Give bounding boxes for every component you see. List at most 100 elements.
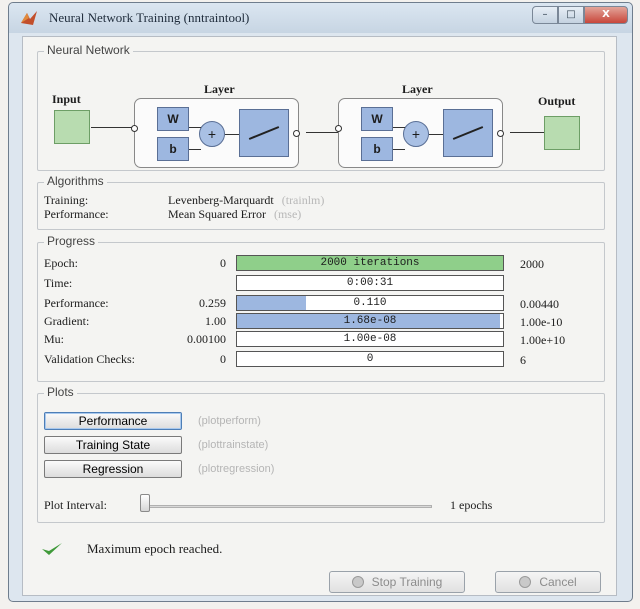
progress-bar: 1.00e-08 (236, 331, 504, 347)
progress-current: 2000 iterations (320, 257, 420, 269)
layer-1-in-node (131, 125, 138, 132)
progress-start: 0 (220, 352, 226, 366)
layer-1-w-wire (189, 127, 201, 128)
progress-bar: 0:00:31 (236, 275, 504, 291)
plots-group-label: Plots (44, 385, 77, 399)
progress-key: Time: (44, 276, 73, 290)
input-label: Input (52, 92, 81, 106)
neural-network-group: Neural Network Input Layer W b + Layer W… (37, 43, 605, 171)
layer-2-block: W b + (335, 98, 504, 168)
plot-regression-fn: (plotregression) (198, 463, 275, 475)
progress-end: 0.00440 (520, 297, 559, 311)
performance-measure: Mean Squared Error (168, 207, 266, 221)
plot-regression-button[interactable]: Regression (44, 460, 182, 478)
progress-current: 0 (366, 353, 374, 365)
layer-1-sum: + (199, 121, 225, 147)
progress-key: Validation Checks: (44, 352, 135, 366)
stop-training-button[interactable]: Stop Training (329, 571, 465, 593)
progress-current: 0:00:31 (346, 277, 394, 289)
layer-2-weight: W (361, 107, 393, 131)
algorithms-group: Algorithms Training: Levenberg-Marquardt… (37, 174, 605, 230)
plots-group: Plots Performance (plotperform) Training… (37, 385, 605, 523)
matlab-logo-icon (21, 11, 37, 25)
cancel-label: Cancel (539, 575, 577, 589)
output-wire (510, 132, 544, 133)
training-key: Training: (44, 193, 89, 207)
plot-training-state-fn: (plottrainstate) (198, 439, 269, 451)
output-block (544, 116, 580, 150)
cancel-button[interactable]: Cancel (495, 571, 601, 593)
progress-start: 0.00100 (187, 332, 226, 346)
layer-2-sum-wire (429, 134, 443, 135)
minimize-button[interactable]: – (532, 6, 558, 24)
layer-1-label: Layer (204, 82, 235, 96)
layer-1-bias: b (157, 137, 189, 161)
close-button[interactable]: X (584, 6, 628, 24)
progress-start: 1.00 (205, 314, 226, 328)
algorithms-group-label: Algorithms (44, 174, 107, 188)
layer-1-block: W b + (131, 98, 300, 168)
progress-key: Performance: (44, 296, 109, 310)
progress-row-gradient: Gradient: 1.00 1.68e-08 1.00e-10 (44, 313, 600, 330)
maximize-button[interactable]: □ (558, 6, 584, 24)
progress-key: Gradient: (44, 314, 90, 328)
layer-2-out-node (497, 130, 504, 137)
layer-2-bias: b (361, 137, 393, 161)
progress-row-time: Time: 0:00:31 (44, 275, 600, 292)
plot-interval-slider-track[interactable] (142, 505, 432, 508)
client-area: Neural Network Input Layer W b + Layer W… (22, 36, 617, 596)
performance-key: Performance: (44, 207, 109, 221)
progress-start: 0 (220, 256, 226, 270)
progress-bar: 0.110 (236, 295, 504, 311)
plot-interval-slider-thumb[interactable] (140, 494, 150, 512)
performance-function: (mse) (273, 207, 302, 221)
progress-end: 6 (520, 353, 526, 367)
progress-start: 0.259 (199, 296, 226, 310)
progress-end: 2000 (520, 257, 544, 271)
layer-1-out-node (293, 130, 300, 137)
layer-1-sum-wire (225, 134, 239, 135)
progress-key: Epoch: (44, 256, 78, 270)
progress-row-performance: Performance: 0.259 0.110 0.00440 (44, 295, 600, 312)
progress-end: 1.00e+10 (520, 333, 566, 347)
checkmark-icon (42, 543, 62, 555)
layer-2-in-node (335, 125, 342, 132)
progress-bar: 1.68e-08 (236, 313, 504, 329)
progress-row-validation: Validation Checks: 0 0 6 (44, 351, 600, 368)
layer-2-label: Layer (402, 82, 433, 96)
stop-training-label: Stop Training (371, 575, 443, 589)
layer-2-transfer (443, 109, 493, 157)
layer-1-b-wire (189, 149, 201, 150)
layer-2-sum: + (403, 121, 429, 147)
training-value: Levenberg-Marquardt (trainlm) (168, 193, 324, 208)
window-title: Neural Network Training (nntraintool) (49, 10, 250, 25)
progress-current: 1.00e-08 (343, 333, 397, 345)
layer-1-weight: W (157, 107, 189, 131)
progress-bar: 2000 iterations (236, 255, 504, 271)
layer-2-b-wire (393, 149, 405, 150)
progress-bar: 0 (236, 351, 504, 367)
cancel-icon (519, 576, 532, 588)
performance-value: Mean Squared Error (mse) (168, 207, 301, 222)
status-message: Maximum epoch reached. (87, 541, 223, 556)
output-label: Output (538, 94, 576, 108)
training-function: (trainlm) (281, 193, 325, 207)
plot-interval-value: 1 epochs (450, 498, 493, 512)
progress-key: Mu: (44, 332, 65, 346)
progress-current: 1.68e-08 (343, 315, 397, 327)
progress-current: 0.110 (353, 297, 387, 309)
progress-row-epoch: Epoch: 0 2000 iterations 2000 (44, 255, 600, 272)
layer-2-w-wire (393, 127, 405, 128)
training-algorithm: Levenberg-Marquardt (168, 193, 274, 207)
input-block (54, 110, 90, 144)
progress-group: Progress Epoch: 0 2000 iterations 2000 T… (37, 234, 605, 382)
layer-1-transfer (239, 109, 289, 157)
status-bar: Maximum epoch reached. (39, 540, 439, 560)
title-bar[interactable]: Neural Network Training (nntraintool) – … (9, 3, 632, 33)
plot-interval-label: Plot Interval: (44, 498, 107, 512)
plot-performance-button[interactable]: Performance (44, 412, 182, 430)
window-controls: – □ X (532, 6, 628, 24)
stop-icon (351, 576, 364, 588)
neural-network-group-label: Neural Network (44, 43, 133, 57)
plot-training-state-button[interactable]: Training State (44, 436, 182, 454)
